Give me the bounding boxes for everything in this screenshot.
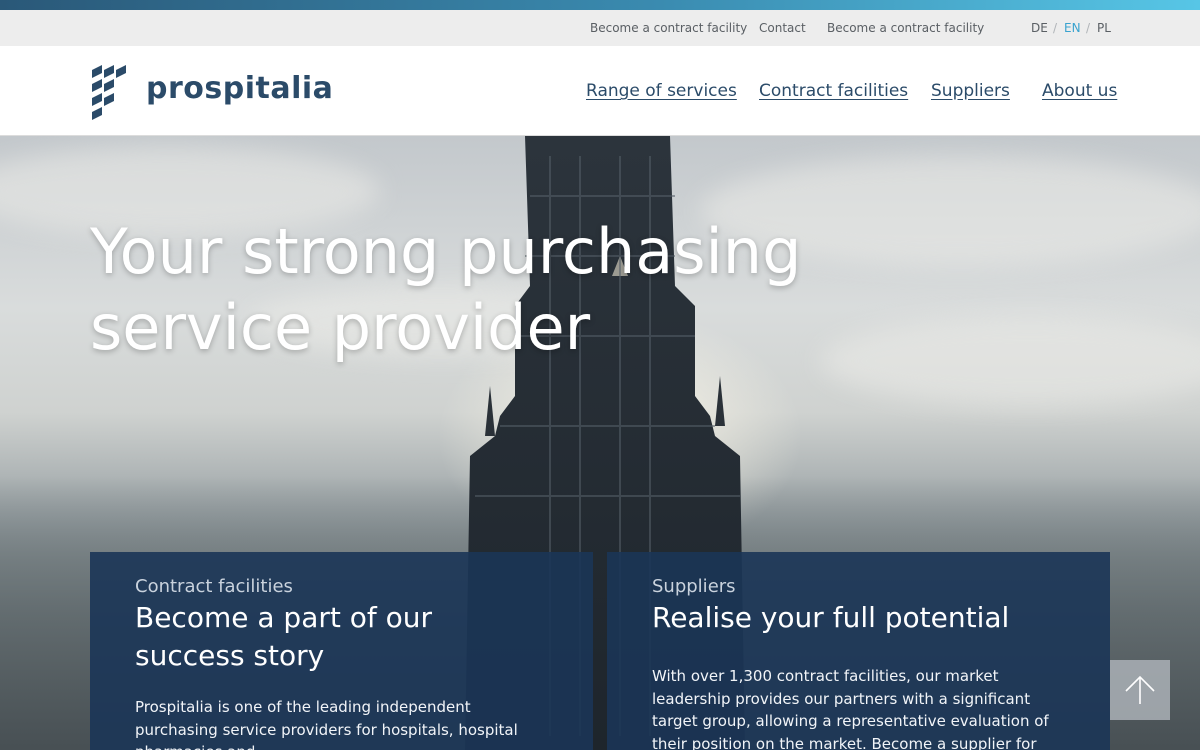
utility-link-contact[interactable]: Contact (759, 21, 806, 35)
card-kicker: Contract facilities (135, 576, 293, 597)
arrow-up-icon (1125, 675, 1155, 704)
hero-title: Your strong purchasing service provider (90, 215, 802, 364)
nav-about-us[interactable]: About us (1042, 81, 1117, 101)
card-body: With over 1,300 contract facilities, our… (652, 667, 1049, 750)
logo-link[interactable]: prospitalia (90, 64, 333, 120)
utility-bar: Become a contract facility Contact Becom… (0, 10, 1200, 46)
nav-contract-facilities[interactable]: Contract facilities (759, 81, 908, 101)
language-de[interactable]: DE (1031, 21, 1048, 35)
card-suppliers: Suppliers Realise your full potential Wi… (607, 552, 1110, 750)
prospitalia-logo-mark-icon (92, 65, 126, 120)
language-separator: / (1053, 21, 1058, 35)
brand-name: prospitalia (146, 71, 334, 106)
language-en[interactable]: EN (1064, 21, 1081, 35)
scroll-to-top-button[interactable] (1110, 660, 1170, 720)
language-pl[interactable]: PL (1097, 21, 1111, 35)
top-accent-bar (0, 0, 1200, 10)
site-header: prospitalia Range of services Contract f… (0, 46, 1200, 136)
card-kicker: Suppliers (652, 576, 736, 597)
nav-range-of-services[interactable]: Range of services (586, 81, 737, 101)
nav-suppliers[interactable]: Suppliers (931, 81, 1010, 101)
utility-link-become-contract-facility[interactable]: Become a contract facility (590, 21, 747, 35)
language-separator: / (1086, 21, 1091, 35)
card-contract-facilities: Contract facilities Become a part of our… (90, 552, 593, 750)
card-body: Prospitalia is one of the leading indepe… (135, 698, 518, 750)
hero-cloud (820, 316, 1200, 406)
utility-link-become-contract-facility-2[interactable]: Become a contract facility (827, 21, 984, 35)
card-title[interactable]: Realise your full potential (652, 599, 1065, 637)
hero-section: Your strong purchasing service provider … (0, 136, 1200, 750)
card-title[interactable]: Become a part of our success story (135, 599, 435, 675)
